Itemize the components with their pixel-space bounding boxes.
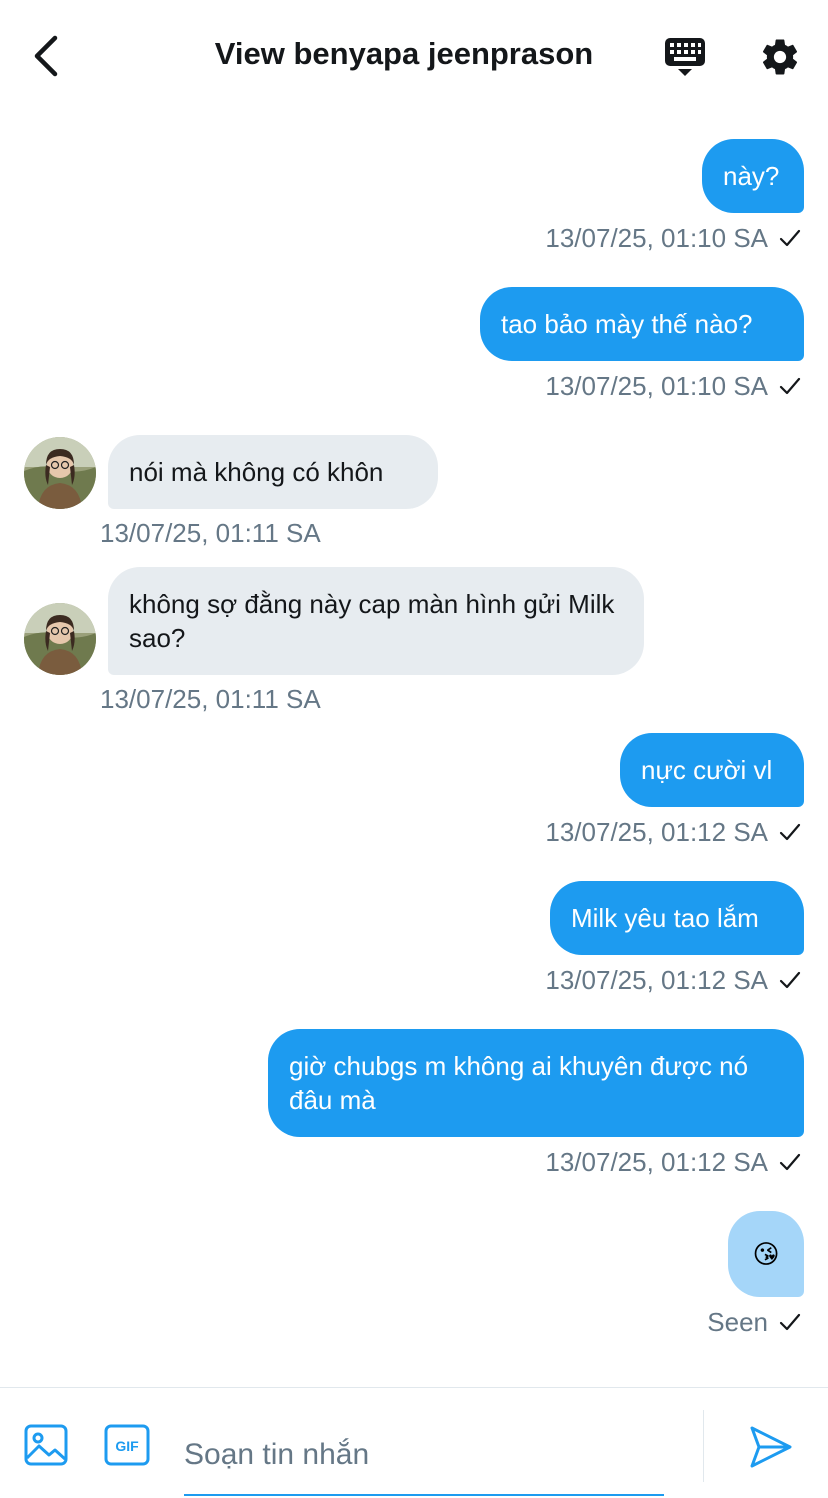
svg-text:GIF: GIF <box>115 1438 139 1454</box>
profile-photo <box>24 437 96 509</box>
timestamp-text: 13/07/25, 01:12 SA <box>545 964 768 995</box>
gif-icon: GIF <box>104 1424 150 1466</box>
message-bubble-outgoing[interactable]: giờ chubgs m không ai khuyên được nó đâu… <box>268 1029 804 1137</box>
message-timestamp: 13/07/25, 01:10 SA <box>545 220 802 256</box>
message-text: không sợ đằng này cap màn hình gửi Milk … <box>129 589 615 653</box>
profile-photo <box>24 603 96 675</box>
timestamp-text: 13/07/25, 01:12 SA <box>545 816 768 847</box>
avatar[interactable] <box>24 437 96 509</box>
message-timestamp: 13/07/25, 01:12 SA <box>545 1144 802 1180</box>
message-timestamp: 13/07/25, 01:11 SA <box>100 515 321 551</box>
gear-icon <box>762 39 798 75</box>
timestamp-text: 13/07/25, 01:12 SA <box>545 1146 768 1177</box>
timestamp-text: 13/07/25, 01:10 SA <box>545 370 768 401</box>
message-text: này? <box>723 161 780 191</box>
checkmark-icon <box>779 1153 801 1171</box>
composer-divider <box>703 1410 704 1482</box>
message-bubble-outgoing[interactable]: này? <box>702 139 804 213</box>
back-arrow-icon <box>34 35 58 77</box>
timestamp-text: 13/07/25, 01:11 SA <box>100 683 321 714</box>
checkmark-icon <box>779 377 801 395</box>
send-button[interactable] <box>748 1424 794 1470</box>
message-timestamp: 13/07/25, 01:11 SA <box>100 681 321 717</box>
keyboard-icon <box>665 38 705 76</box>
image-icon <box>24 1424 68 1466</box>
message-timestamp: 13/07/25, 01:10 SA <box>545 368 802 404</box>
message-bubble-emoji[interactable]: 😘 <box>728 1211 804 1297</box>
message-timestamp: 13/07/25, 01:12 SA <box>545 962 802 998</box>
message-composer: GIF <box>0 1387 828 1498</box>
message-bubble-outgoing[interactable]: Milk yêu tao lắm <box>550 881 804 955</box>
message-text: tao bảo mày thế nào? <box>501 309 753 339</box>
checkmark-icon <box>779 823 801 841</box>
timestamp-text: 13/07/25, 01:10 SA <box>545 222 768 253</box>
seen-text: Seen <box>707 1306 768 1337</box>
send-icon <box>750 1426 792 1468</box>
chat-header: View benyapa jeenprason <box>0 0 828 112</box>
checkmark-icon <box>779 971 801 989</box>
keyboard-button[interactable] <box>658 32 712 82</box>
message-text: Milk yêu tao lắm <box>571 903 759 933</box>
avatar[interactable] <box>24 603 96 675</box>
timestamp-text: 13/07/25, 01:11 SA <box>100 517 321 548</box>
message-bubble-incoming[interactable]: nói mà không có khôn <box>108 435 438 509</box>
checkmark-icon <box>779 229 801 247</box>
message-text: nói mà không có khôn <box>129 457 384 487</box>
message-bubble-outgoing[interactable]: tao bảo mày thế nào? <box>480 287 804 361</box>
emoji-text: 😘 <box>752 1239 780 1269</box>
message-input[interactable] <box>184 1416 664 1496</box>
message-thread[interactable]: này? 13/07/25, 01:10 SA tao bảo mày thế … <box>0 112 828 1387</box>
message-timestamp: 13/07/25, 01:12 SA <box>545 814 802 850</box>
message-bubble-incoming[interactable]: không sợ đằng này cap màn hình gửi Milk … <box>108 567 644 675</box>
add-gif-button[interactable]: GIF <box>104 1424 152 1468</box>
add-image-button[interactable] <box>24 1424 70 1468</box>
back-button[interactable] <box>22 30 70 82</box>
message-text: nực cười vl <box>641 755 773 785</box>
settings-button[interactable] <box>754 32 806 82</box>
message-text: giờ chubgs m không ai khuyên được nó đâu… <box>289 1051 749 1115</box>
message-bubble-outgoing[interactable]: nực cười vl <box>620 733 804 807</box>
checkmark-icon <box>779 1313 801 1331</box>
seen-status: Seen <box>707 1304 802 1340</box>
